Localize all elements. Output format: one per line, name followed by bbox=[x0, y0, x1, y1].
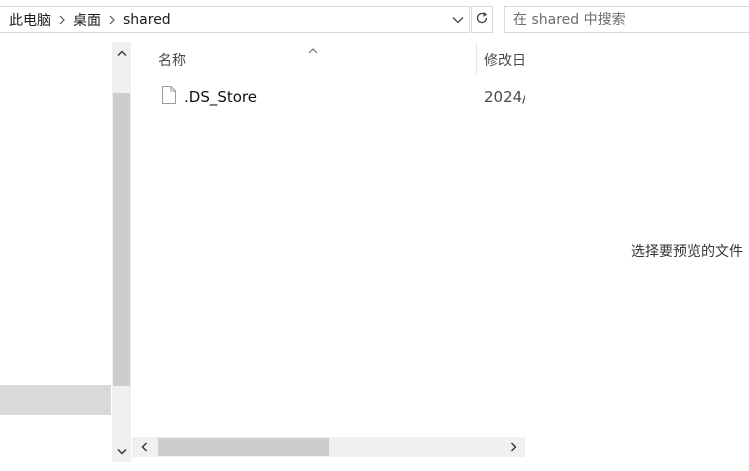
search-input[interactable] bbox=[513, 9, 743, 30]
refresh-icon bbox=[474, 10, 490, 30]
preview-pane: 选择要预览的文件 bbox=[526, 42, 749, 462]
refresh-button[interactable] bbox=[471, 6, 493, 33]
search-box[interactable] bbox=[504, 6, 749, 33]
preview-empty-message: 选择要预览的文件 bbox=[631, 244, 743, 260]
file-icon bbox=[162, 86, 176, 108]
chevron-down-icon[interactable] bbox=[450, 12, 466, 28]
scroll-up-icon[interactable] bbox=[112, 42, 131, 64]
breadcrumb-this-pc[interactable]: 此电脑 bbox=[9, 10, 51, 30]
scroll-right-icon[interactable] bbox=[503, 437, 523, 457]
nav-selected-item[interactable] bbox=[0, 385, 111, 415]
breadcrumb-shared[interactable]: shared bbox=[123, 12, 171, 28]
column-header-name[interactable]: 名称 bbox=[158, 50, 186, 70]
column-header-date-modified[interactable]: 修改日 bbox=[484, 50, 525, 70]
file-list[interactable]: 名称 修改日 .DS_Store 2024/ bbox=[132, 42, 525, 462]
file-row[interactable]: .DS_Store 2024/ bbox=[132, 84, 525, 110]
file-list-horizontal-scrollbar[interactable] bbox=[132, 437, 525, 457]
scroll-left-icon[interactable] bbox=[134, 437, 154, 457]
nav-vertical-scrollbar[interactable] bbox=[112, 42, 131, 462]
navigation-pane[interactable] bbox=[0, 42, 111, 462]
column-header-row: 名称 修改日 bbox=[132, 42, 525, 75]
chevron-right-icon[interactable] bbox=[51, 15, 73, 25]
breadcrumb-desktop[interactable]: 桌面 bbox=[73, 10, 101, 30]
sort-ascending-icon bbox=[308, 40, 318, 59]
scroll-down-icon[interactable] bbox=[112, 440, 131, 462]
breadcrumb: 此电脑 桌面 shared bbox=[9, 7, 171, 32]
column-divider[interactable] bbox=[476, 42, 477, 75]
address-bar[interactable]: 此电脑 桌面 shared bbox=[0, 6, 470, 33]
file-date-modified: 2024/ bbox=[484, 88, 525, 106]
horizontal-scroll-thumb[interactable] bbox=[158, 438, 329, 456]
file-name[interactable]: .DS_Store bbox=[184, 88, 257, 106]
nav-scroll-thumb[interactable] bbox=[113, 93, 130, 386]
chevron-right-icon[interactable] bbox=[101, 15, 123, 25]
